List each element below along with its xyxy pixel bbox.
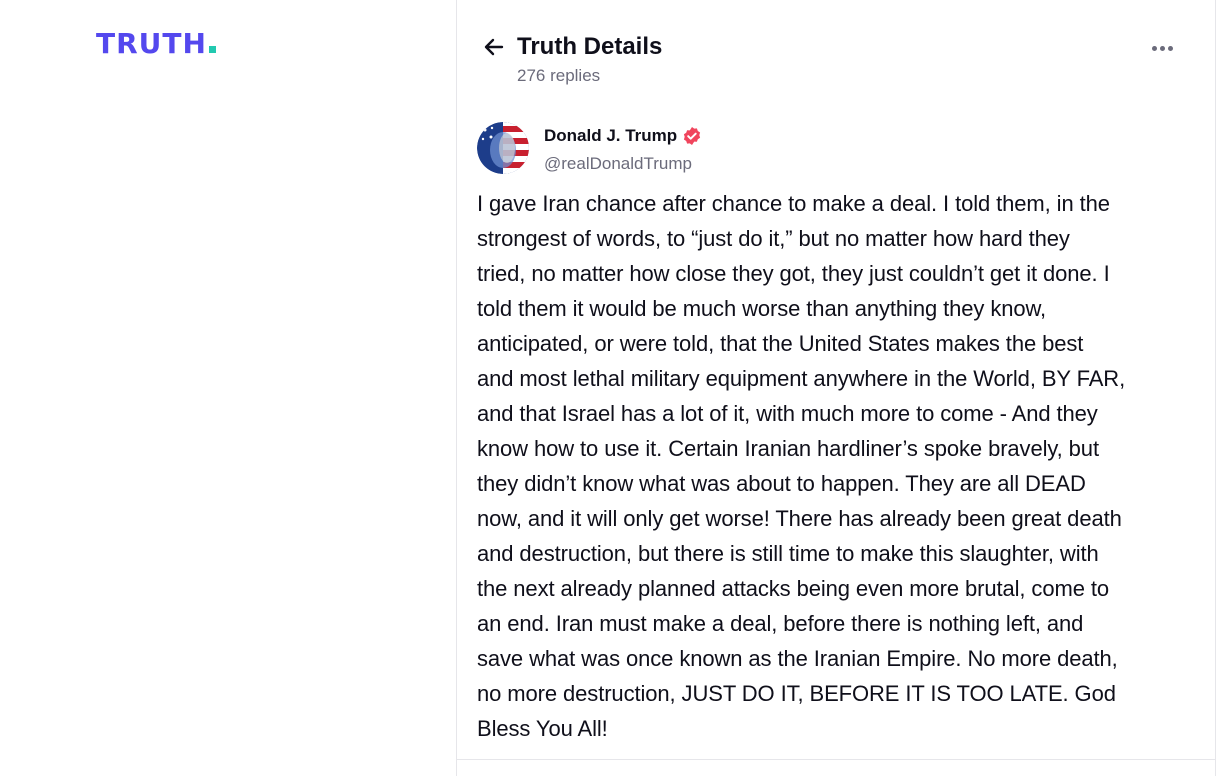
more-horizontal-icon	[1151, 45, 1157, 51]
arrow-left-icon	[484, 38, 504, 56]
page-title: Truth Details	[517, 33, 663, 60]
app: TRUTH Truth Details 276 replies Donald J…	[0, 0, 1225, 776]
back-button[interactable]	[481, 34, 507, 60]
verified-badge-icon	[684, 127, 701, 145]
logo-text: TRUTH	[96, 27, 207, 60]
more-horizontal-icon-dot	[1159, 45, 1165, 51]
more-options-button[interactable]	[1147, 38, 1177, 58]
main-column: Truth Details 276 replies Donald J. Trum…	[456, 0, 1216, 776]
avatar[interactable]	[477, 122, 529, 174]
more-horizontal-icon-dot	[1167, 45, 1173, 51]
truth-social-logo[interactable]: TRUTH	[96, 30, 216, 58]
post-body: I gave Iran chance after chance to make …	[477, 191, 1126, 741]
author-name-text: Donald J. Trump	[544, 126, 678, 145]
replies-count: 276 replies	[517, 66, 601, 85]
avatar-image	[477, 122, 529, 174]
author-name[interactable]: Donald J. Trump	[544, 126, 702, 146]
divider	[457, 759, 1215, 760]
page-header: Truth Details 276 replies	[481, 30, 1193, 90]
logo-dot	[208, 46, 216, 53]
author-handle[interactable]: @realDonaldTrump	[544, 154, 692, 174]
